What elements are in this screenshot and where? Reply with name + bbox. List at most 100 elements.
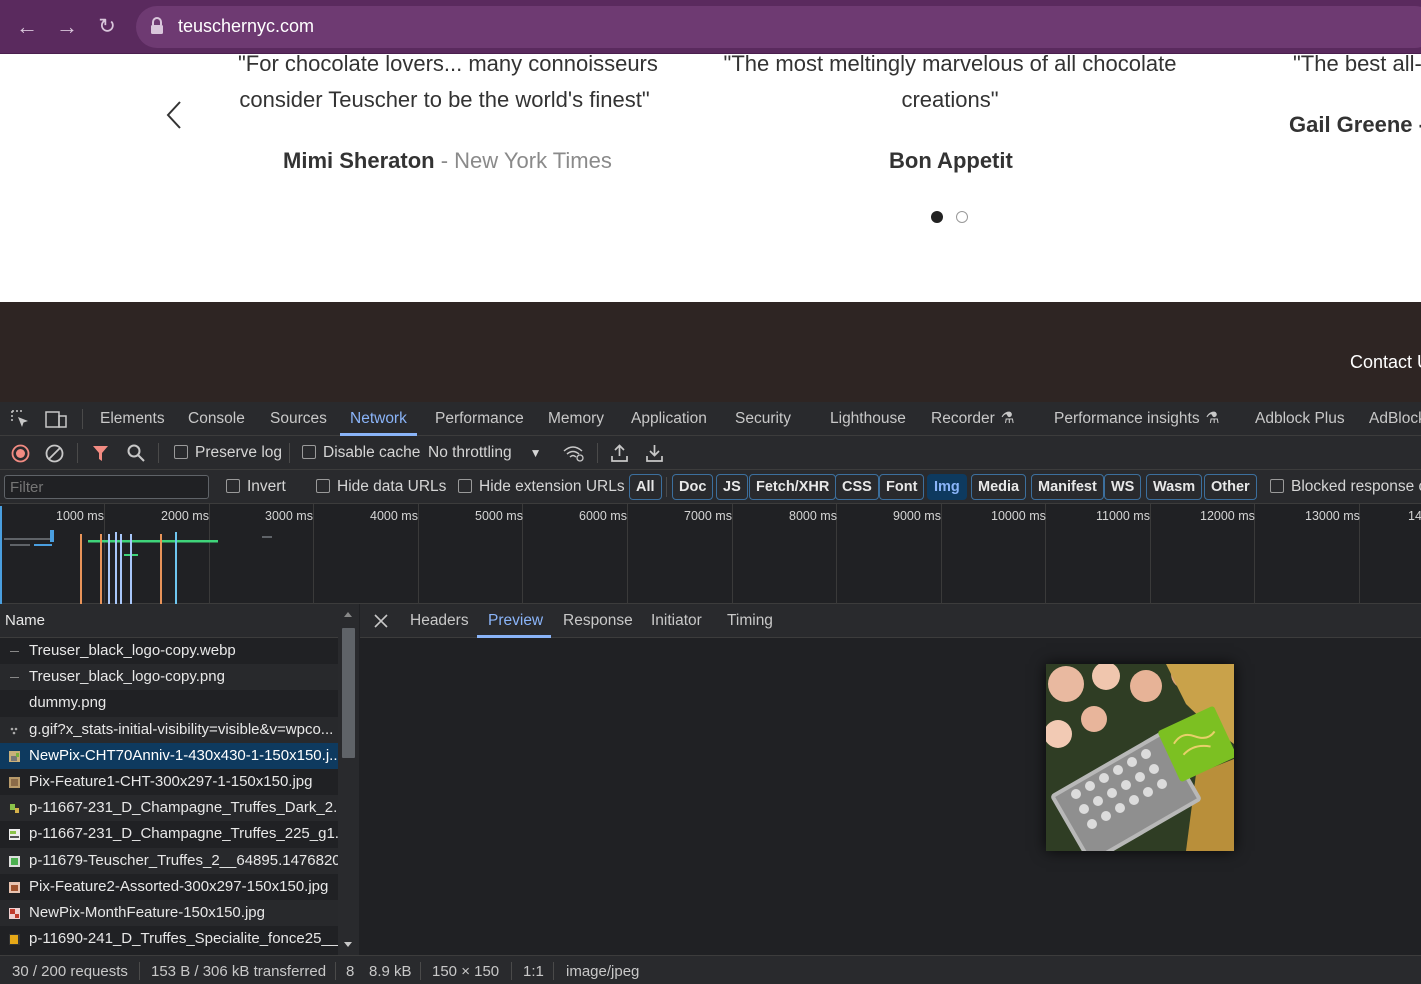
request-row[interactable]: dummy.png — [0, 690, 338, 716]
scroll-up-icon[interactable] — [344, 612, 352, 617]
tab-memory[interactable]: Memory — [548, 402, 604, 436]
network-overview-timeline[interactable]: 1000 ms 2000 ms 3000 ms 4000 ms 5000 ms … — [0, 504, 1421, 604]
request-row[interactable]: p-11667-231_D_Champagne_Truffes_Dark_2..… — [0, 795, 338, 822]
request-row[interactable]: NewPix-MonthFeature-150x150.jpg — [0, 900, 338, 927]
preserve-log-label: Preserve log — [195, 444, 283, 461]
status-separator — [420, 962, 421, 980]
filter-icon[interactable] — [92, 445, 109, 462]
tab-recorder[interactable]: Recorder ⚗ — [931, 402, 1015, 436]
search-icon[interactable] — [127, 444, 145, 462]
tab-security[interactable]: Security — [735, 402, 791, 436]
status-bar: 30 / 200 requests 153 B / 306 kB transfe… — [0, 955, 1421, 984]
tab-application[interactable]: Application — [631, 402, 707, 436]
reload-icon[interactable]: ↻ — [94, 14, 120, 40]
tab-preview[interactable]: Preview — [488, 604, 543, 638]
address-bar[interactable] — [136, 6, 1421, 48]
tab-network[interactable]: Network — [350, 402, 407, 436]
device-toolbar-icon[interactable] — [45, 410, 67, 429]
carousel-dot-1[interactable] — [931, 211, 943, 223]
image-thumbnail-icon — [9, 881, 20, 893]
request-name: NewPix-MonthFeature-150x150.jpg — [29, 904, 265, 921]
tab-sources[interactable]: Sources — [270, 402, 327, 436]
checkbox-box — [458, 479, 472, 493]
name-column-header[interactable]: Name — [0, 604, 338, 638]
type-filter-other[interactable]: Other — [1204, 474, 1257, 500]
type-filter-fetch-xhr[interactable]: Fetch/XHR — [749, 474, 837, 500]
grid-line — [627, 504, 628, 604]
carousel-dot-2[interactable] — [956, 211, 968, 223]
forward-icon[interactable]: → — [54, 14, 80, 40]
preserve-log-checkbox[interactable]: Preserve log — [174, 436, 282, 470]
timeline-tick: 8000 ms — [789, 509, 837, 523]
timeline-tick: 14 — [1408, 509, 1421, 523]
type-filter-doc[interactable]: Doc — [672, 474, 714, 500]
request-row[interactable]: p-11690-241_D_Truffes_Specialite_fonce25… — [0, 926, 338, 952]
contact-link[interactable]: Contact U — [1350, 352, 1421, 373]
type-filter-wasm[interactable]: Wasm — [1146, 474, 1203, 500]
tab-performance[interactable]: Performance — [435, 402, 524, 436]
blocked-response-checkbox[interactable]: Blocked response c — [1270, 470, 1421, 504]
grid-line — [1150, 504, 1151, 604]
record-stop-icon[interactable] — [11, 444, 30, 463]
timeline-tick: 13000 ms — [1305, 509, 1360, 523]
hide-extension-urls-checkbox[interactable]: Hide extension URLs — [458, 470, 625, 504]
request-list: Treuser_black_logo-copy.webp Treuser_bla… — [0, 638, 338, 955]
tab-adblock-plus[interactable]: Adblock Plus — [1255, 402, 1345, 436]
type-filter-js[interactable]: JS — [716, 474, 748, 500]
network-conditions-icon[interactable] — [563, 445, 585, 462]
back-icon[interactable]: ← — [14, 14, 40, 40]
timeline-tick: 5000 ms — [475, 509, 523, 523]
request-name: Pix-Feature2-Assorted-300x297-150x150.jp… — [29, 877, 329, 895]
type-filter-img[interactable]: Img — [927, 474, 967, 500]
tab-lighthouse[interactable]: Lighthouse — [830, 402, 906, 436]
close-icon[interactable] — [374, 614, 388, 628]
request-row[interactable]: g.gif?x_stats-initial-visibility=visible… — [0, 716, 338, 743]
carousel-prev-icon[interactable] — [164, 100, 184, 130]
url-text[interactable]: teuschernyc.com — [178, 16, 314, 37]
request-row-selected[interactable]: NewPix-CHT70Anniv-1-430x430-1-150x150.j.… — [0, 742, 338, 769]
tab-performance-insights[interactable]: Performance insights ⚗ — [1054, 402, 1220, 436]
request-row[interactable]: Treuser_black_logo-copy.webp — [0, 638, 338, 664]
scrollbar-thumb[interactable] — [342, 628, 355, 758]
type-filter-ws[interactable]: WS — [1104, 474, 1142, 500]
request-row[interactable]: Pix-Feature1-CHT-300x297-1-150x150.jpg — [0, 769, 338, 795]
request-row[interactable]: Treuser_black_logo-copy.png — [0, 664, 338, 691]
export-har-icon[interactable] — [646, 444, 663, 462]
clear-icon[interactable] — [45, 444, 64, 463]
tab-performance-insights-label: Performance insights — [1054, 410, 1200, 427]
type-filter-css[interactable]: CSS — [835, 474, 879, 500]
type-filter-media[interactable]: Media — [971, 474, 1027, 500]
import-har-icon[interactable] — [611, 444, 628, 462]
image-thumbnail-icon — [9, 829, 20, 841]
request-row[interactable]: Pix-Feature2-Assorted-300x297-150x150.jp… — [0, 874, 338, 900]
type-filter-all[interactable]: All — [629, 474, 662, 500]
image-thumbnail-icon — [9, 934, 20, 946]
tab-initiator[interactable]: Initiator — [651, 604, 702, 638]
filter-input[interactable] — [4, 475, 209, 499]
checkbox-box — [226, 479, 240, 493]
invert-checkbox[interactable]: Invert — [226, 470, 286, 504]
request-name: g.gif?x_stats-initial-visibility=visible… — [29, 720, 334, 738]
checkbox-box — [174, 445, 188, 459]
tab-response[interactable]: Response — [563, 604, 633, 638]
checkbox-box — [1270, 479, 1284, 493]
scroll-down-icon[interactable] — [344, 942, 352, 947]
request-row[interactable]: p-11679-Teuscher_Truffes_2__64895.147682… — [0, 847, 338, 874]
type-filter-font[interactable]: Font — [879, 474, 925, 500]
toolbar-separator — [77, 443, 78, 463]
request-name: dummy.png — [29, 694, 107, 712]
waterfall-overview-bars — [0, 506, 272, 604]
request-row[interactable]: p-11667-231_D_Champagne_Truffes_225_g1..… — [0, 821, 338, 847]
disable-cache-checkbox[interactable]: Disable cache — [302, 436, 420, 470]
request-name: Pix-Feature1-CHT-300x297-1-150x150.jpg — [29, 773, 313, 790]
hide-data-urls-checkbox[interactable]: Hide data URLs — [316, 470, 446, 504]
tab-adblock[interactable]: AdBlock — [1369, 402, 1421, 436]
tab-elements[interactable]: Elements — [100, 402, 165, 436]
throttling-select[interactable]: No throttling ▼ — [428, 436, 541, 470]
tab-console[interactable]: Console — [188, 402, 245, 436]
tab-timing[interactable]: Timing — [727, 604, 773, 638]
inspect-element-icon[interactable] — [11, 410, 30, 429]
tab-headers[interactable]: Headers — [410, 604, 469, 638]
status-separator — [139, 962, 140, 980]
type-filter-manifest[interactable]: Manifest — [1031, 474, 1104, 500]
